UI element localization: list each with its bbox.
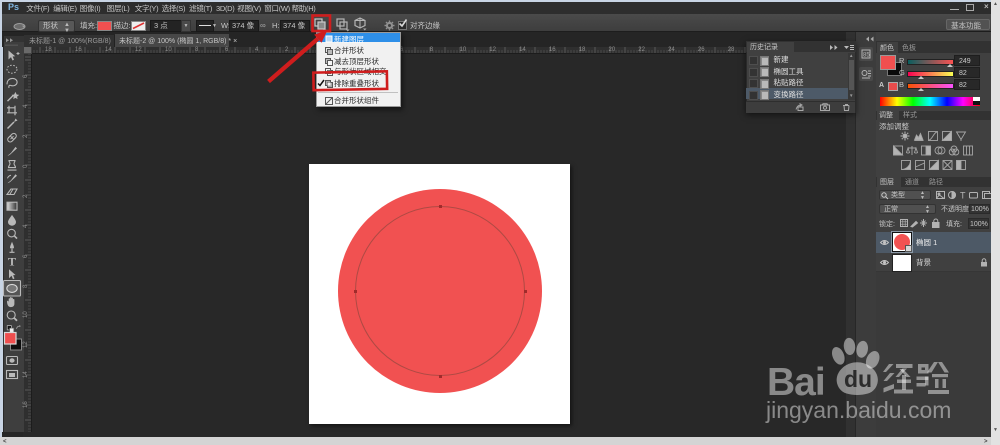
svg-text:T: T — [960, 191, 966, 201]
svg-text:T: T — [8, 254, 16, 268]
svg-text:85: 85 — [863, 52, 870, 58]
svg-text:du: du — [844, 366, 872, 392]
